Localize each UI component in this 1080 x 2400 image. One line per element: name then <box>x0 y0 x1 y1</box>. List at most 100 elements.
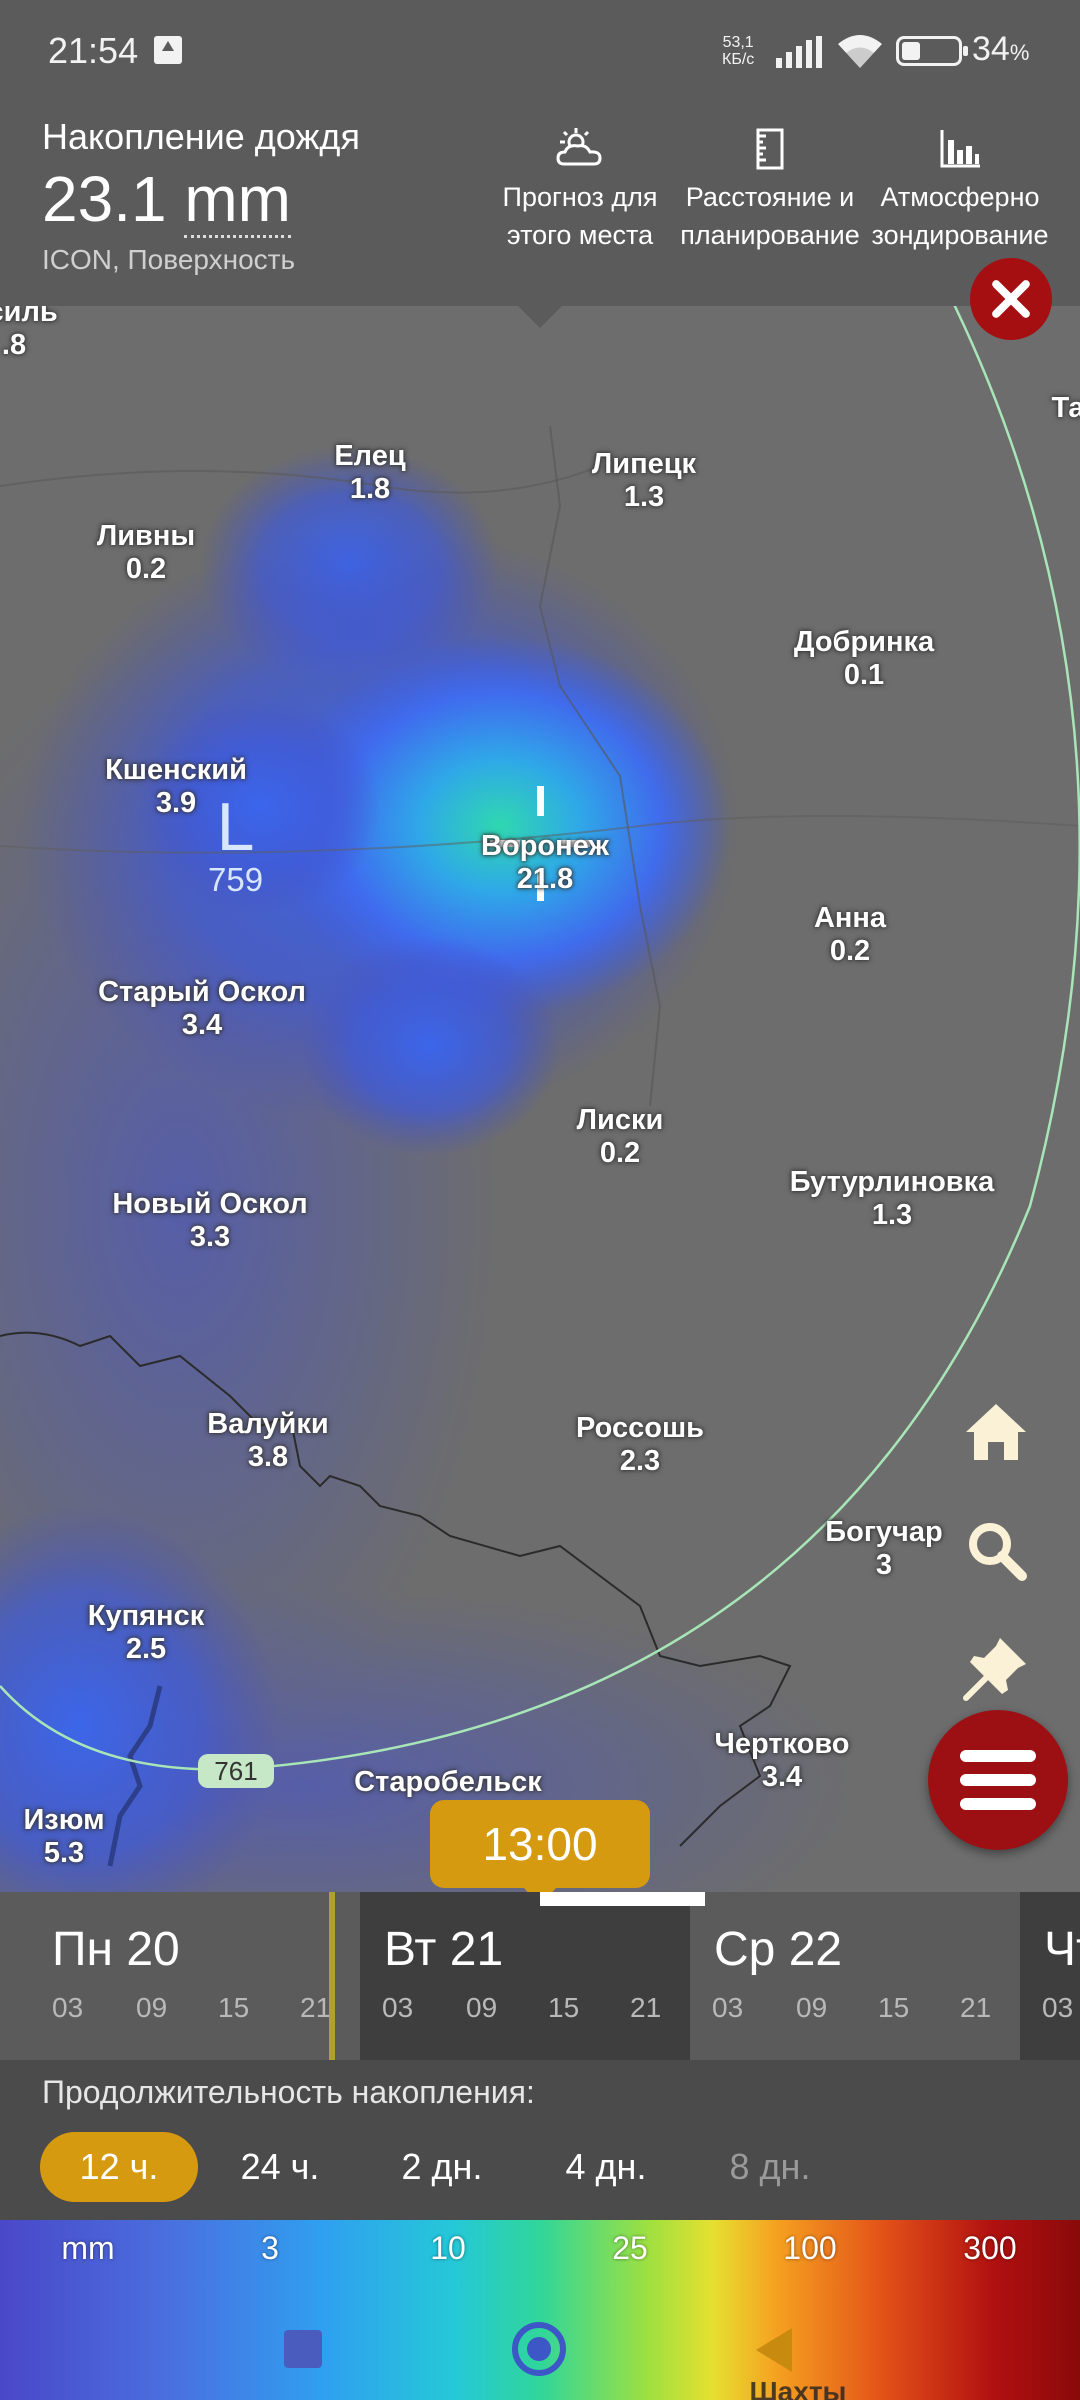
city-label[interactable]: Бутурлиновка 1.3 <box>790 1166 995 1232</box>
accumulation-option-24h[interactable]: 24 ч. <box>210 2132 350 2202</box>
hour-tick: 03 <box>1042 1992 1074 2023</box>
city-label[interactable]: Старый Оскол 3.4 <box>98 976 306 1042</box>
status-bar: 21:54 53,1 КБ/с 34% <box>0 0 1080 100</box>
legend-tick: 300 <box>963 2230 1017 2266</box>
city-label[interactable]: Елец 1.8 <box>334 440 405 506</box>
hour-tick: 03 <box>52 1992 84 2023</box>
menu-button[interactable] <box>928 1710 1068 1850</box>
city-label[interactable]: осиль.8 <box>0 306 58 362</box>
hour-tick: 09 <box>796 1992 828 2023</box>
weather-cloud-sun-icon <box>556 128 602 166</box>
timeline-day[interactable]: Чт 03 <box>1020 1892 1080 2060</box>
day-label: Вт 21 <box>384 1923 504 1976</box>
forecast-here-button[interactable]: Прогноз для этого места <box>490 126 670 254</box>
time-progress-bar <box>540 1892 705 1906</box>
battery-fill <box>902 42 920 60</box>
wifi-icon <box>838 35 882 68</box>
layer-value[interactable]: 23.1 mm <box>42 162 291 238</box>
timeline-day[interactable]: Ср 22 03 09 15 21 <box>690 1892 1020 2060</box>
layer-header: Накопление дождя 23.1 mm ICON, Поверхнос… <box>0 100 1080 306</box>
layer-title: Накопление дождя <box>42 116 360 157</box>
accumulation-title: Продолжительность накопления: <box>42 2074 535 2110</box>
nav-back-button[interactable] <box>756 2328 792 2372</box>
pressure-low-letter: L <box>216 789 255 865</box>
hour-tick: 09 <box>136 1992 168 2023</box>
legend-tick: 3 <box>261 2230 279 2266</box>
hour-tick: 21 <box>300 1992 332 2023</box>
city-label[interactable]: Добринка 0.1 <box>794 626 934 692</box>
timeline-day[interactable]: Пн 20 03 09 15 21 <box>0 1892 332 2060</box>
ruler-icon <box>756 128 784 170</box>
city-label[interactable]: Анна 0.2 <box>814 902 886 968</box>
hour-tick: 21 <box>960 1992 992 2023</box>
city-label[interactable]: Старобельск <box>354 1766 542 1799</box>
road-number-badge: 761 <box>198 1754 274 1788</box>
accumulation-option-2d[interactable]: 2 дн. <box>372 2132 512 2202</box>
network-speed-unit: КБ/с <box>722 51 755 68</box>
network-speed-value: 53,1 <box>722 34 754 51</box>
battery-percent: 34% <box>972 30 1030 68</box>
accumulation-option-4d[interactable]: 4 дн. <box>536 2132 676 2202</box>
city-label[interactable]: Россошь 2.3 <box>576 1412 704 1478</box>
day-label: Чт <box>1044 1923 1080 1976</box>
status-time: 21:54 <box>48 30 139 71</box>
accumulation-option-8d: 8 дн. <box>729 2146 811 2187</box>
layer-value-number: 23.1 <box>42 163 167 235</box>
menu-icon <box>960 1750 1036 1762</box>
city-label[interactable]: Воронеж 21.8 <box>481 830 609 896</box>
atmospheric-sounding-button[interactable]: Атмосферно зондирование <box>870 126 1050 254</box>
hour-tick: 09 <box>466 1992 498 2023</box>
atmospheric-sounding-label: Атмосферно зондирование <box>871 182 1049 250</box>
pressure-low-marker: L 759 <box>208 792 263 898</box>
nav-recent-button[interactable] <box>284 2330 322 2368</box>
bar-chart-icon <box>940 130 980 168</box>
system-nav-bar <box>0 2290 1080 2400</box>
accumulation-panel: Продолжительность накопления: 12 ч. 24 ч… <box>0 2060 1080 2220</box>
network-speed: 53,1 КБ/с <box>722 34 754 68</box>
current-time-bubble[interactable]: 13:00 <box>430 1800 650 1906</box>
menu-icon-bar <box>960 1798 1036 1810</box>
upload-icon <box>154 36 182 64</box>
accumulation-option-12h[interactable]: 12 ч. <box>40 2132 198 2202</box>
city-label[interactable]: Богучар 3 <box>825 1516 942 1582</box>
battery-icon <box>896 36 968 66</box>
city-label[interactable]: Валуйки 3.8 <box>207 1408 328 1474</box>
city-label[interactable]: Чертково 3.4 <box>714 1728 849 1794</box>
timeline[interactable]: Пн 20 03 09 15 21 Вт 21 03 09 15 21 Ср 2… <box>0 1892 1080 2060</box>
hour-tick: 15 <box>548 1992 580 2023</box>
timeline-day-selected[interactable]: Вт 21 03 09 15 21 <box>360 1892 690 2060</box>
forecast-here-label: Прогноз для этого места <box>502 182 658 250</box>
nav-home-button[interactable] <box>512 2322 566 2376</box>
model-label[interactable]: ICON, Поверхность <box>42 244 295 276</box>
city-label[interactable]: Изюм 5.3 <box>23 1804 104 1870</box>
city-label[interactable]: Ливны 0.2 <box>97 520 195 586</box>
city-label[interactable]: Лиски 0.2 <box>577 1104 664 1170</box>
hour-tick: 21 <box>630 1992 662 2023</box>
hour-tick: 15 <box>878 1992 910 2023</box>
legend-tick: 100 <box>783 2230 837 2266</box>
legend-tick: 10 <box>430 2230 466 2266</box>
header-pointer <box>518 306 562 328</box>
now-marker <box>329 1892 335 2060</box>
close-button[interactable] <box>970 258 1052 340</box>
day-label: Ср 22 <box>714 1923 843 1976</box>
city-label[interactable]: Купянск 2.5 <box>88 1600 204 1666</box>
distance-planning-label: Расстояние и планирование <box>680 182 860 250</box>
pressure-low-value: 759 <box>208 861 264 898</box>
city-label[interactable]: Та <box>1051 392 1080 425</box>
distance-planning-button[interactable]: Расстояние и планирование <box>680 126 860 254</box>
legend-unit: mm <box>61 2230 115 2266</box>
map-view[interactable]: осиль.8 Елец1.8 Липецк1.3 Ливны0.2 Добри… <box>0 306 1080 1892</box>
layer-value-unit[interactable]: mm <box>184 163 291 238</box>
pin-icon[interactable] <box>960 1632 1032 1704</box>
hour-tick: 03 <box>712 1992 744 2023</box>
home-icon[interactable] <box>960 1396 1032 1468</box>
day-label: Пн 20 <box>52 1923 180 1976</box>
hour-tick: 03 <box>382 1992 414 2023</box>
search-icon[interactable] <box>960 1514 1032 1586</box>
hour-tick: 15 <box>218 1992 250 2023</box>
signal-icon <box>776 36 822 68</box>
city-label[interactable]: Липецк 1.3 <box>592 448 696 514</box>
city-label[interactable]: Новый Оскол 3.3 <box>112 1188 307 1254</box>
legend-tick: 25 <box>612 2230 648 2266</box>
